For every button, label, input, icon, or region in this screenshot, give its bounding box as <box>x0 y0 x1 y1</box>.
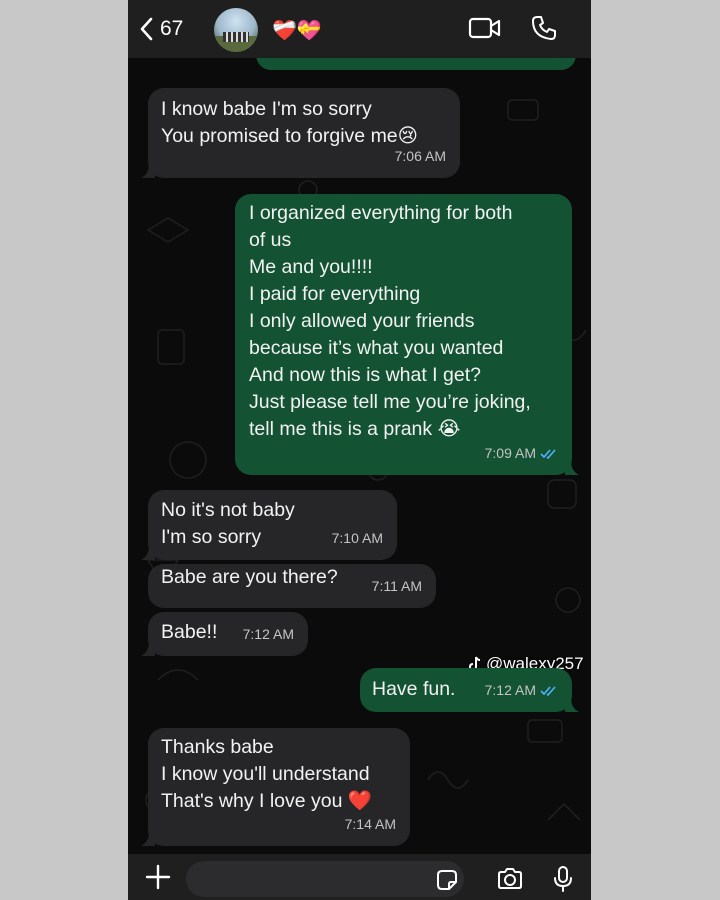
back-button[interactable]: 67 <box>136 14 183 44</box>
video-call-icon <box>468 17 501 39</box>
message-bubble-incoming[interactable]: Babe!! 7:12 AM <box>141 612 308 656</box>
message-bubble-outgoing[interactable]: Have fun. 7:12 AM <box>360 668 579 712</box>
message-meta: 7:12 AM <box>485 677 558 704</box>
plus-icon <box>145 864 171 890</box>
sticker-button[interactable] <box>436 869 458 896</box>
voice-call-button[interactable] <box>530 14 558 47</box>
message-time: 7:14 AM <box>344 816 396 832</box>
message-text: I organized everything for both of us Me… <box>249 202 531 440</box>
bubble-tail <box>141 164 155 178</box>
message-time: 7:10 AM <box>331 530 383 546</box>
bubble-tail <box>565 461 579 475</box>
chevron-left-icon <box>140 17 153 41</box>
message-list: 7:06 AM I know babe I'm so sorry You pro… <box>128 40 591 854</box>
message-time: 7:11 AM <box>371 578 422 594</box>
message-text: I know babe I'm so sorry You promised to… <box>161 98 418 147</box>
message-time: 7:09 AM <box>484 445 536 461</box>
video-call-button[interactable] <box>468 16 502 45</box>
message-time: 7:06 AM <box>394 148 446 164</box>
sticker-icon <box>437 870 457 890</box>
bubble-tail <box>141 642 155 656</box>
read-receipt-icon <box>540 685 556 696</box>
microphone-icon <box>554 866 572 892</box>
bubble-tail <box>141 832 155 846</box>
message-bubble-incoming[interactable]: Babe are you there? 7:11 AM <box>148 564 436 608</box>
camera-icon <box>498 868 522 889</box>
message-bubble-incoming[interactable]: I know babe I'm so sorry You promised to… <box>141 88 460 178</box>
message-bubble-incoming[interactable]: No it's not baby I'm so sorry 7:10 AM <box>141 490 397 560</box>
message-composer <box>128 854 591 900</box>
message-bubble-incoming[interactable]: Thanks babe I know you'll understand Tha… <box>141 728 410 846</box>
contact-name[interactable]: ❤️‍🩹💝 <box>272 16 322 44</box>
message-meta: 7:09 AM <box>485 440 558 467</box>
message-text: Thanks babe I know you'll understand Tha… <box>161 736 373 812</box>
message-input[interactable] <box>186 861 464 897</box>
voice-note-button[interactable] <box>552 865 574 898</box>
attach-button[interactable] <box>144 863 172 896</box>
message-time: 7:12 AM <box>242 626 294 642</box>
avatar[interactable] <box>214 8 258 52</box>
bubble-tail <box>141 546 155 560</box>
camera-button[interactable] <box>496 867 524 896</box>
chat-header: 67 ❤️‍🩹💝 <box>128 0 591 58</box>
message-text: Babe are you there? <box>161 566 338 588</box>
read-receipt-icon <box>540 448 556 459</box>
bubble-tail <box>565 698 579 712</box>
unread-count: 67 <box>160 17 184 40</box>
message-time: 7:12 AM <box>484 682 536 698</box>
chat-screen: 67 ❤️‍🩹💝 7:06 AM I know <box>128 0 591 900</box>
phone-icon <box>532 16 556 40</box>
message-bubble-outgoing[interactable]: I organized everything for both of us Me… <box>235 194 579 475</box>
